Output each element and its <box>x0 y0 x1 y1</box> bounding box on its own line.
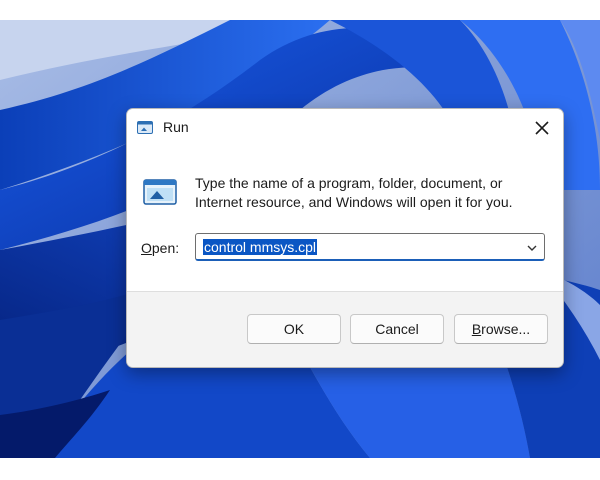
cancel-button[interactable]: Cancel <box>350 314 444 344</box>
chevron-down-icon <box>527 245 537 251</box>
run-dialog: Run Type the name of a program, folder, … <box>126 108 564 368</box>
dropdown-button[interactable] <box>526 241 538 259</box>
button-bar: OK Cancel Browse... <box>127 292 563 367</box>
dialog-description: Type the name of a program, folder, docu… <box>195 174 545 212</box>
open-label-accelerator: O <box>141 240 152 256</box>
run-large-icon <box>143 179 177 212</box>
open-input-value[interactable]: control mmsys.cpl <box>203 239 318 255</box>
title-bar[interactable]: Run <box>127 109 563 147</box>
close-icon <box>535 121 549 135</box>
browse-label: rowse... <box>481 321 531 337</box>
dialog-body: Type the name of a program, folder, docu… <box>127 147 563 292</box>
open-label: Open: <box>141 240 179 256</box>
browse-accelerator: B <box>471 321 482 337</box>
close-button[interactable] <box>527 113 557 143</box>
description-line-2: Internet resource, and Windows will open… <box>195 194 513 210</box>
browse-button[interactable]: Browse... <box>454 314 548 344</box>
ok-button[interactable]: OK <box>247 314 341 344</box>
open-combobox[interactable]: control mmsys.cpl <box>195 233 545 261</box>
open-label-text: pen: <box>151 240 180 256</box>
screenshot-frame: Run Type the name of a program, folder, … <box>0 0 600 480</box>
description-line-1: Type the name of a program, folder, docu… <box>195 175 503 191</box>
run-app-icon <box>137 121 153 140</box>
dialog-title: Run <box>163 119 189 135</box>
